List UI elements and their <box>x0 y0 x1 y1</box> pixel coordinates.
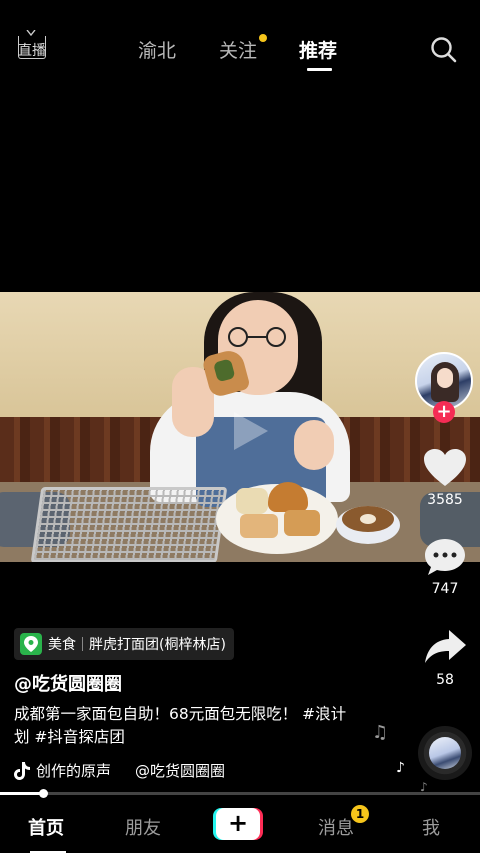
tiktok-logo-icon <box>14 761 30 780</box>
play-icon[interactable] <box>218 402 276 460</box>
share-arrow-icon <box>425 630 466 663</box>
create-button[interactable]: + <box>213 808 263 840</box>
nav-me[interactable]: 我 <box>422 814 440 840</box>
video-bread <box>284 510 320 536</box>
poi-category: 美食 <box>48 637 76 653</box>
share-button[interactable]: 58 <box>420 628 470 688</box>
music-name: 创作的原声 <box>36 762 112 780</box>
music-note-icon: ♪ <box>396 760 405 776</box>
video-player[interactable] <box>0 292 480 562</box>
feed-tabs: 渝北 关注 推荐 <box>0 36 480 66</box>
like-button[interactable]: 3585 <box>420 448 470 508</box>
tab-city[interactable]: 渝北 <box>138 36 176 63</box>
heart-icon <box>424 449 466 486</box>
follow-plus-icon[interactable]: + <box>433 401 455 423</box>
tab-recommend[interactable]: 推荐 <box>299 36 337 63</box>
video-person-arm <box>294 420 334 470</box>
music-note-icon: ♫ <box>372 722 389 743</box>
comment-button[interactable]: 747 <box>420 537 470 597</box>
video-grill <box>30 487 228 562</box>
progress-fill <box>0 792 44 795</box>
nav-home[interactable]: 首页 <box>28 814 64 840</box>
active-tab-indicator <box>307 68 332 71</box>
music-disc[interactable] <box>418 726 472 780</box>
poi-tag[interactable]: 美食 胖虎打面团(桐梓林店) <box>14 628 234 660</box>
author-handle[interactable]: @吃货圆圈圈 <box>14 670 122 696</box>
search-icon[interactable] <box>430 36 458 64</box>
nav-friends[interactable]: 朋友 <box>125 814 161 840</box>
video-bread <box>236 488 268 514</box>
music-row[interactable]: 创作的原声 @吃货圆圈圈 <box>14 760 225 781</box>
comment-icon <box>425 539 465 575</box>
share-count: 58 <box>436 672 454 688</box>
following-new-dot <box>259 34 267 42</box>
video-caption[interactable]: 成都第一家面包自助！68元面包无限吃！ #浪计划 #抖音探店团 <box>14 703 354 749</box>
plus-icon: + <box>227 809 249 837</box>
video-coffee <box>342 506 394 532</box>
video-bread <box>240 514 278 538</box>
poi-place: 胖虎打面团(桐梓林店) <box>89 637 226 653</box>
poi-divider <box>82 637 83 651</box>
tab-following[interactable]: 关注 <box>219 36 257 63</box>
comment-count: 747 <box>431 581 459 597</box>
messages-badge: 1 <box>351 805 369 823</box>
video-glasses <box>228 327 286 347</box>
like-count: 3585 <box>427 492 463 508</box>
top-bar: 直播 渝北 关注 推荐 <box>0 0 480 80</box>
progress-knob[interactable] <box>39 789 49 798</box>
progress-track[interactable] <box>0 792 480 795</box>
nav-messages[interactable]: 消息 <box>318 814 354 840</box>
music-author: @吃货圆圈圈 <box>135 762 226 780</box>
location-pin-icon <box>20 633 42 655</box>
